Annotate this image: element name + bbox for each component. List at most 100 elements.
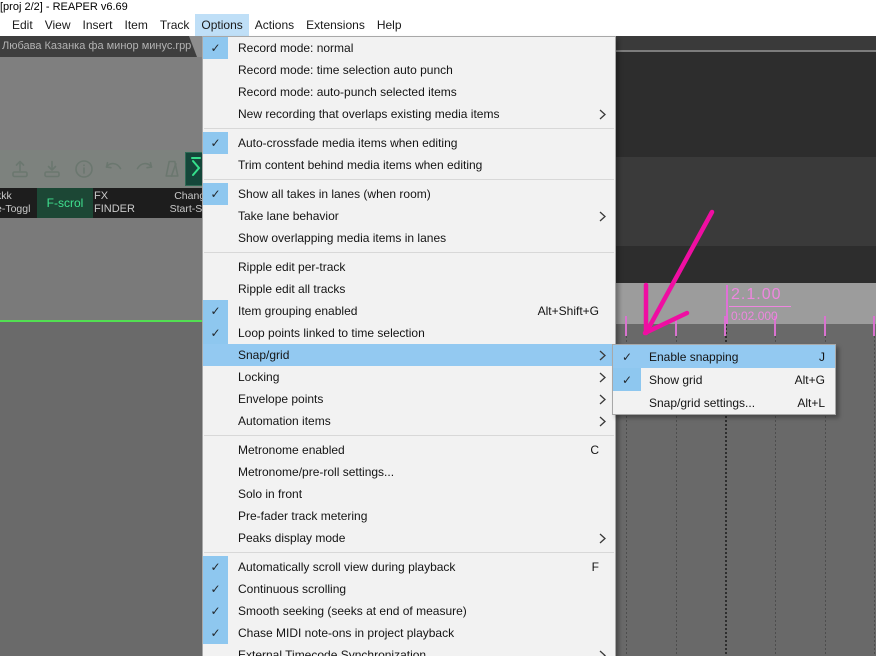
menu-item-label: Ripple edit per-track [238,260,346,274]
window-titlebar: [proj 2/2] - REAPER v6.69 [0,0,876,14]
menu-item-automatically-scroll-view-during-playback[interactable]: ✓ Automatically scroll view during playba… [203,556,615,578]
download-icon[interactable] [40,157,64,181]
menu-item-ripple-edit-per-track[interactable]: Ripple edit per-track [203,256,615,278]
menu-item-shortcut: J [819,349,825,364]
check-glyph: ✓ [210,326,221,340]
menu-separator [203,176,615,183]
menu-gutter [203,154,228,176]
ruler-tick [873,316,875,336]
menu-item-show-all-takes-in-lanes-when-room[interactable]: ✓ Show all takes in lanes (when room) [203,183,615,205]
menu-gutter [613,391,641,414]
edit-cursor[interactable] [726,285,728,324]
menu-item-record-mode-normal[interactable]: ✓ Record mode: normal [203,37,615,59]
menu-item-ripple-edit-all-tracks[interactable]: Ripple edit all tracks [203,278,615,300]
submenu-item-snap-grid-settings[interactable]: Snap/grid settings... Alt+L [613,391,835,414]
toolbar-button-label: F-scrol [46,195,84,210]
menubar-item-extensions[interactable]: Extensions [300,14,371,36]
menu-gutter [203,103,228,125]
menubar-item-insert[interactable]: Insert [76,14,118,36]
menu-item-solo-in-front[interactable]: Solo in front [203,483,615,505]
menu-gutter [203,278,228,300]
menu-item-smooth-seeking-seeks-at-end-of-measure[interactable]: ✓ Smooth seeking (seeks at end of measure… [203,600,615,622]
menubar-item-options[interactable]: Options [195,14,249,36]
toolbar-button-f-scrol[interactable]: F-scrol [37,188,93,218]
menubar-item-help[interactable]: Help [371,14,408,36]
project-tab-label: Любава Казанка фа минор минус.rpp [2,40,192,52]
menu-item-auto-crossfade-media-items-when-editing[interactable]: ✓ Auto-crossfade media items when editing [203,132,615,154]
menu-item-label: Chase MIDI note-ons in project playback [238,626,455,640]
ruler-tick [824,316,826,336]
menu-item-loop-points-linked-to-time-selection[interactable]: ✓ Loop points linked to time selection [203,322,615,344]
check-glyph: ✓ [210,136,221,150]
menu-item-label: Enable snapping [649,349,739,364]
menu-gutter [203,344,228,366]
checkmark-icon: ✓ [203,600,228,622]
window-title: [proj 2/2] - REAPER v6.69 [0,1,128,13]
menu-item-label: Item grouping enabled [238,304,358,318]
toolbar-button-fx-finder[interactable]: FX FINDER [94,188,152,218]
menu-separator [203,549,615,556]
upload-icon[interactable] [8,157,32,181]
menu-item-label: Show grid [649,372,703,387]
toolbar-button-label: kkk [0,190,12,203]
menubar-item-track[interactable]: Track [154,14,196,36]
info-icon[interactable] [72,157,96,181]
menubar-item-actions[interactable]: Actions [249,14,300,36]
menubar-item-view[interactable]: View [39,14,77,36]
menu-item-chase-midi-note-ons-in-project-playback[interactable]: ✓ Chase MIDI note-ons in project playback [203,622,615,644]
menu-item-label: Trim content behind media items when edi… [238,158,483,172]
menu-item-snap-grid[interactable]: Snap/grid [203,344,615,366]
menubar-item-edit[interactable]: Edit [6,14,39,36]
toolbar-button-label: e-Toggl [0,203,31,215]
undo-icon[interactable] [102,157,126,181]
project-tab[interactable]: Любава Казанка фа минор минус.rpp [0,36,197,57]
menu-item-label: Automatically scroll view during playbac… [238,560,456,574]
checkmark-icon: ✓ [203,578,228,600]
menu-item-continuous-scrolling[interactable]: ✓ Continuous scrolling [203,578,615,600]
menu-item-record-mode-auto-punch-selected-items[interactable]: Record mode: auto-punch selected items [203,81,615,103]
grid-line [874,324,875,656]
menu-gutter [203,410,228,432]
custom-toolbar: kkke-Toggl F-scrol FX FINDER ChangeStart-St… [0,188,207,218]
menu-item-metronome-pre-roll-settings[interactable]: Metronome/pre-roll settings... [203,461,615,483]
menu-item-peaks-display-mode[interactable]: Peaks display mode [203,527,615,549]
menu-item-label: Continuous scrolling [238,582,347,596]
ruler-position-beats: 2.1.00 [731,286,782,303]
menu-item-trim-content-behind-media-items-when-editing[interactable]: Trim content behind media items when edi… [203,154,615,176]
toolbar-button-kkk-toggle[interactable]: kkke-Toggl [0,188,36,218]
submenu-item-enable-snapping[interactable]: ✓ Enable snapping J [613,345,835,368]
ruler-position-time: 0:02.000 [731,309,778,323]
menu-item-external-timecode-synchronization[interactable]: External Timecode Synchronization [203,644,615,656]
submenu-arrow-icon [599,109,615,120]
menu-item-label: Ripple edit all tracks [238,282,346,296]
metronome-icon[interactable] [160,157,184,181]
menu-gutter [203,227,228,249]
menu-item-pre-fader-track-metering[interactable]: Pre-fader track metering [203,505,615,527]
ruler-tick [675,316,677,336]
arrange-band-top [616,36,876,50]
menu-item-envelope-points[interactable]: Envelope points [203,388,615,410]
menu-bar: Edit View Insert Item Track Options Actions Ext… [0,14,876,36]
menu-item-new-recording-that-overlaps-existing-media-items[interactable]: New recording that overlaps existing med… [203,103,615,125]
redo-icon[interactable] [132,157,156,181]
menu-item-shortcut: C [590,443,599,457]
menu-item-take-lane-behavior[interactable]: Take lane behavior [203,205,615,227]
menu-item-metronome-enabled[interactable]: Metronome enabled C [203,439,615,461]
toolbar-button-change-start-stop[interactable]: ChangeStart-Sto [153,188,207,218]
menubar-item-item[interactable]: Item [119,14,154,36]
menu-item-label: Record mode: normal [238,41,354,55]
track-lane-3 [616,246,876,283]
menu-item-item-grouping-enabled[interactable]: ✓ Item grouping enabled Alt+Shift+G [203,300,615,322]
menu-item-locking[interactable]: Locking [203,366,615,388]
menu-item-label: Snap/grid [238,348,290,362]
menu-item-automation-items[interactable]: Automation items [203,410,615,432]
menu-item-record-mode-time-selection-auto-punch[interactable]: Record mode: time selection auto punch [203,59,615,81]
toolbar-button-label: FX FINDER [94,189,135,215]
checkmark-icon: ✓ [613,345,641,368]
menu-gutter [203,388,228,410]
submenu-item-show-grid[interactable]: ✓ Show grid Alt+G [613,368,835,391]
menu-gutter [203,256,228,278]
menu-item-show-overlapping-media-items-in-lanes[interactable]: Show overlapping media items in lanes [203,227,615,249]
checkmark-icon: ✓ [203,183,228,205]
check-glyph: ✓ [210,187,221,201]
